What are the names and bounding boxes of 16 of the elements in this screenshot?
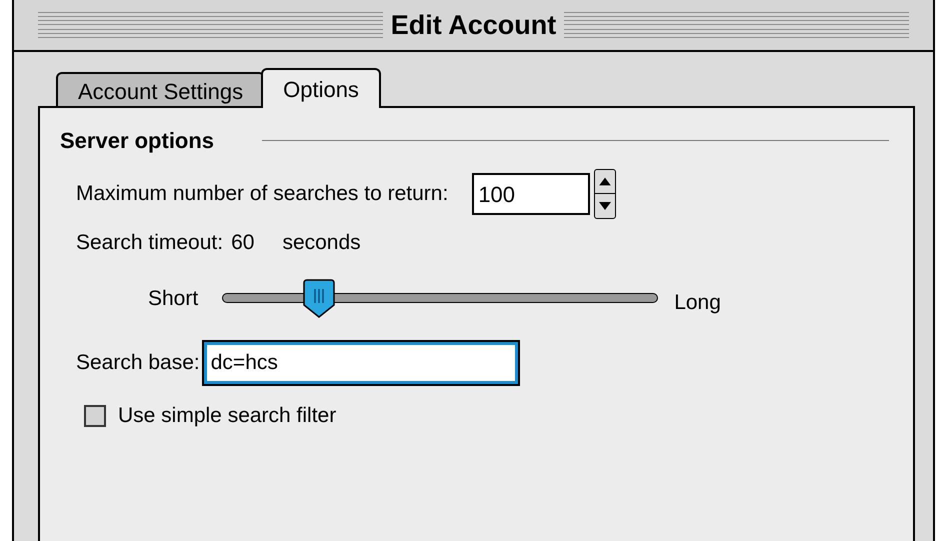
window-title: Edit Account bbox=[390, 8, 556, 42]
timeout-unit: seconds bbox=[282, 230, 361, 256]
field-label: Maximum number of searches to return: bbox=[76, 181, 448, 208]
checkbox[interactable] bbox=[84, 404, 106, 427]
search-base-field[interactable]: dc=hcs bbox=[204, 342, 518, 384]
slider-max-label: Long bbox=[674, 290, 721, 316]
slider-min-label: Short bbox=[148, 286, 198, 312]
checkbox-label: Use simple search filter bbox=[118, 403, 336, 429]
stepper[interactable] bbox=[594, 169, 616, 219]
slider-thumb[interactable] bbox=[302, 279, 336, 320]
timeout-value: 60 bbox=[231, 230, 254, 256]
section-title: Server options bbox=[60, 127, 214, 155]
number-field[interactable]: 100 bbox=[472, 173, 590, 215]
tab[interactable]: Options bbox=[261, 68, 381, 108]
timeout-label: Search timeout: bbox=[76, 230, 224, 256]
field-label: Search base: bbox=[76, 350, 200, 376]
